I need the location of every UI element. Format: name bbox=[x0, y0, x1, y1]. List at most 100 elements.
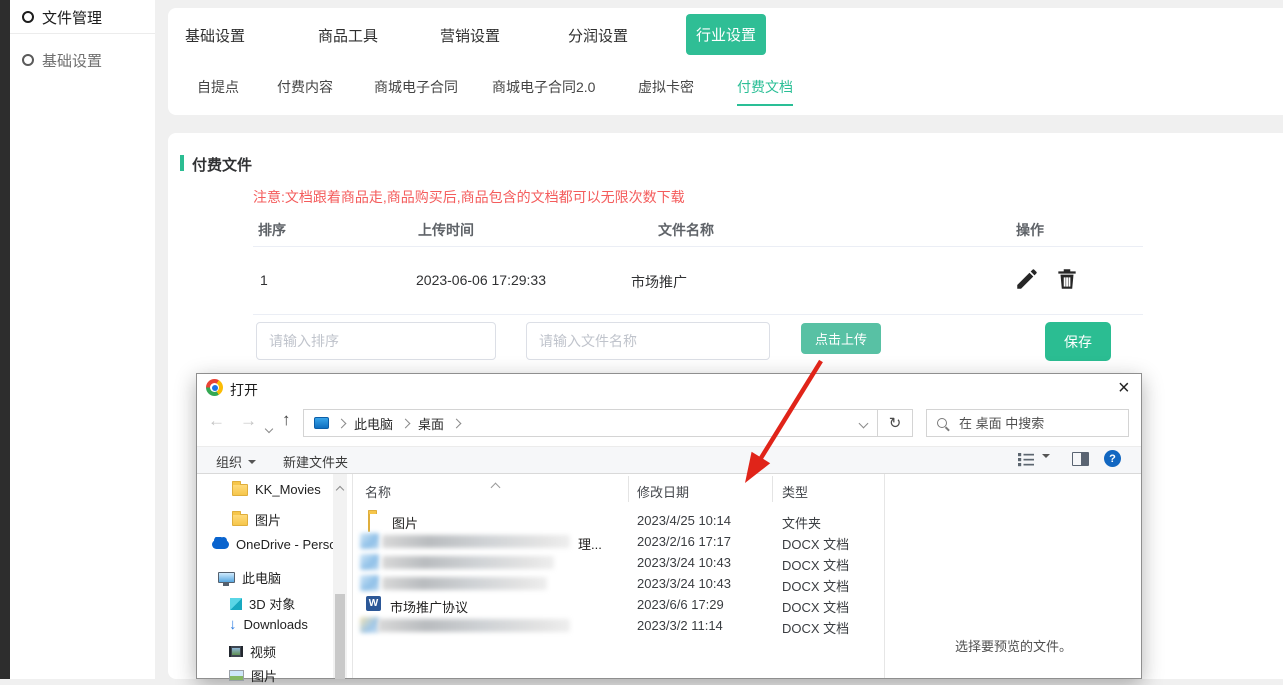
computer-icon bbox=[218, 572, 235, 583]
chrome-icon bbox=[206, 379, 223, 396]
list-preview-divider bbox=[884, 474, 885, 678]
address-bar[interactable]: 此电脑 桌面 bbox=[303, 409, 878, 437]
tree-item-this-pc[interactable]: 此电脑 bbox=[218, 568, 281, 587]
subtab-pickup-point[interactable]: 自提点 bbox=[197, 77, 239, 97]
order-input[interactable] bbox=[256, 322, 496, 360]
sidebar-item-basic-settings[interactable]: 基础设置 bbox=[42, 50, 102, 71]
tree-item-label: OneDrive - Perso bbox=[236, 537, 334, 552]
col-header-file-name: 文件名称 bbox=[658, 220, 714, 240]
file-row[interactable]: W 市场推广协议 2023/6/6 17:29 DOCX 文档 bbox=[352, 594, 884, 615]
redacted-name-bar bbox=[382, 577, 547, 590]
file-name-input[interactable] bbox=[526, 322, 770, 360]
dialog-title: 打开 bbox=[230, 380, 258, 400]
folder-icon bbox=[232, 514, 248, 526]
file-row-redacted[interactable]: 2023/3/24 10:43 DOCX 文档 bbox=[352, 552, 884, 573]
close-icon[interactable]: × bbox=[1118, 378, 1130, 398]
subtab-paid-docs-active[interactable]: 付费文档 bbox=[737, 77, 793, 106]
radio-icon bbox=[22, 53, 34, 71]
back-arrow-icon[interactable]: ← bbox=[208, 412, 225, 429]
tree-item-pictures-folder[interactable]: 图片 bbox=[232, 510, 281, 529]
list-col-name[interactable]: 名称 bbox=[365, 482, 391, 501]
onedrive-cloud-icon bbox=[212, 540, 229, 549]
list-col-type[interactable]: 类型 bbox=[782, 482, 808, 501]
file-row-redacted[interactable]: 理... 2023/2/16 17:17 DOCX 文档 bbox=[352, 531, 884, 552]
3d-object-icon bbox=[230, 598, 242, 610]
tree-item-label: 此电脑 bbox=[242, 568, 281, 587]
sidebar bbox=[10, 0, 155, 679]
tree-item-downloads[interactable]: ↓ Downloads bbox=[229, 617, 308, 632]
breadcrumb-this-pc[interactable]: 此电脑 bbox=[354, 414, 393, 433]
file-row-redacted[interactable]: 2023/3/24 10:43 DOCX 文档 bbox=[352, 573, 884, 594]
upload-button[interactable]: 点击上传 bbox=[801, 323, 881, 354]
tree-item-label: 图片 bbox=[255, 510, 281, 529]
address-dropdown-icon[interactable] bbox=[860, 414, 867, 432]
tree-item-videos[interactable]: 视频 bbox=[229, 642, 276, 661]
picture-icon bbox=[229, 670, 244, 681]
table-divider bbox=[253, 314, 1143, 315]
tab-marketing-settings[interactable]: 营销设置 bbox=[440, 25, 500, 46]
tree-item-label: 3D 对象 bbox=[249, 594, 295, 613]
history-chevron-icon[interactable] bbox=[266, 419, 272, 437]
up-arrow-icon[interactable]: ↑ bbox=[282, 411, 291, 428]
blurred-doc-icon bbox=[360, 575, 379, 591]
list-view-icon[interactable] bbox=[1018, 452, 1034, 467]
tab-profit-settings[interactable]: 分润设置 bbox=[568, 25, 628, 46]
scrollbar-thumb[interactable] bbox=[335, 594, 345, 679]
tree-item-kk-movies[interactable]: KK_Movies bbox=[232, 482, 321, 497]
organize-label: 组织 bbox=[216, 452, 242, 471]
file-name: 市场推广协议 bbox=[390, 597, 468, 616]
tab-industry-settings-active[interactable]: 行业设置 bbox=[686, 14, 766, 55]
scroll-up-icon[interactable] bbox=[337, 480, 343, 498]
tree-item-pictures[interactable]: 图片 bbox=[229, 666, 277, 685]
tree-item-onedrive[interactable]: OneDrive - Perso bbox=[212, 537, 334, 552]
tree-item-label: Downloads bbox=[244, 617, 308, 632]
subtab-virtual-card[interactable]: 虚拟卡密 bbox=[638, 77, 694, 97]
file-name: 理... bbox=[578, 534, 602, 553]
file-row[interactable]: 图片 2023/4/25 10:14 文件夹 bbox=[352, 510, 884, 531]
search-box[interactable] bbox=[926, 409, 1129, 437]
cell-order: 1 bbox=[260, 272, 268, 288]
breadcrumb-desktop[interactable]: 桌面 bbox=[418, 414, 444, 433]
search-input[interactable] bbox=[957, 415, 1101, 432]
sort-ascending-icon bbox=[492, 478, 499, 496]
download-arrow-icon: ↓ bbox=[229, 617, 237, 632]
forward-arrow-icon[interactable]: → bbox=[240, 412, 257, 429]
organize-menu[interactable]: 组织 bbox=[216, 452, 256, 471]
blurred-doc-icon bbox=[360, 617, 379, 633]
tree-item-3d-objects[interactable]: 3D 对象 bbox=[230, 594, 295, 613]
tab-product-tools[interactable]: 商品工具 bbox=[318, 25, 378, 46]
desktop-icon bbox=[314, 417, 329, 429]
file-type: DOCX 文档 bbox=[782, 597, 849, 616]
preview-pane-icon[interactable] bbox=[1072, 452, 1089, 466]
file-row-redacted[interactable]: 2023/3/2 11:14 DOCX 文档 bbox=[352, 615, 884, 636]
subtab-paid-content[interactable]: 付费内容 bbox=[277, 77, 333, 97]
file-type: DOCX 文档 bbox=[782, 576, 849, 595]
tree-item-label: 视频 bbox=[250, 642, 276, 661]
save-button[interactable]: 保存 bbox=[1045, 322, 1111, 361]
file-name: 图片 bbox=[392, 513, 418, 532]
view-dropdown-icon[interactable] bbox=[1042, 458, 1050, 476]
list-col-date[interactable]: 修改日期 bbox=[637, 482, 689, 501]
notice-text: 注意:文档跟着商品走,商品购买后,商品包含的文档都可以无限次数下载 bbox=[253, 187, 685, 207]
subtab-mall-econtract[interactable]: 商城电子合同 bbox=[374, 77, 458, 97]
file-type: DOCX 文档 bbox=[782, 534, 849, 553]
help-icon[interactable]: ? bbox=[1104, 450, 1121, 467]
redacted-name-bar bbox=[382, 535, 570, 548]
blurred-doc-icon bbox=[360, 554, 379, 570]
tree-item-label: 图片 bbox=[251, 666, 277, 685]
sidebar-divider bbox=[10, 33, 155, 34]
edit-pencil-icon[interactable] bbox=[1014, 266, 1040, 292]
sidebar-item-file-management[interactable]: 文件管理 bbox=[42, 7, 102, 28]
file-type: 文件夹 bbox=[782, 513, 821, 532]
file-date: 2023/2/16 17:17 bbox=[637, 534, 731, 549]
chevron-right-icon bbox=[401, 418, 411, 428]
delete-trash-icon[interactable] bbox=[1054, 266, 1080, 292]
section-title: 付费文件 bbox=[192, 154, 252, 175]
refresh-icon[interactable]: ↻ bbox=[877, 409, 913, 437]
subtab-mall-econtract-2[interactable]: 商城电子合同2.0 bbox=[492, 77, 595, 97]
tab-basic-settings[interactable]: 基础设置 bbox=[185, 25, 245, 46]
new-folder-button[interactable]: 新建文件夹 bbox=[283, 452, 348, 471]
preview-hint-text: 选择要预览的文件。 bbox=[955, 636, 1072, 655]
file-type: DOCX 文档 bbox=[782, 555, 849, 574]
table-divider bbox=[253, 246, 1143, 247]
